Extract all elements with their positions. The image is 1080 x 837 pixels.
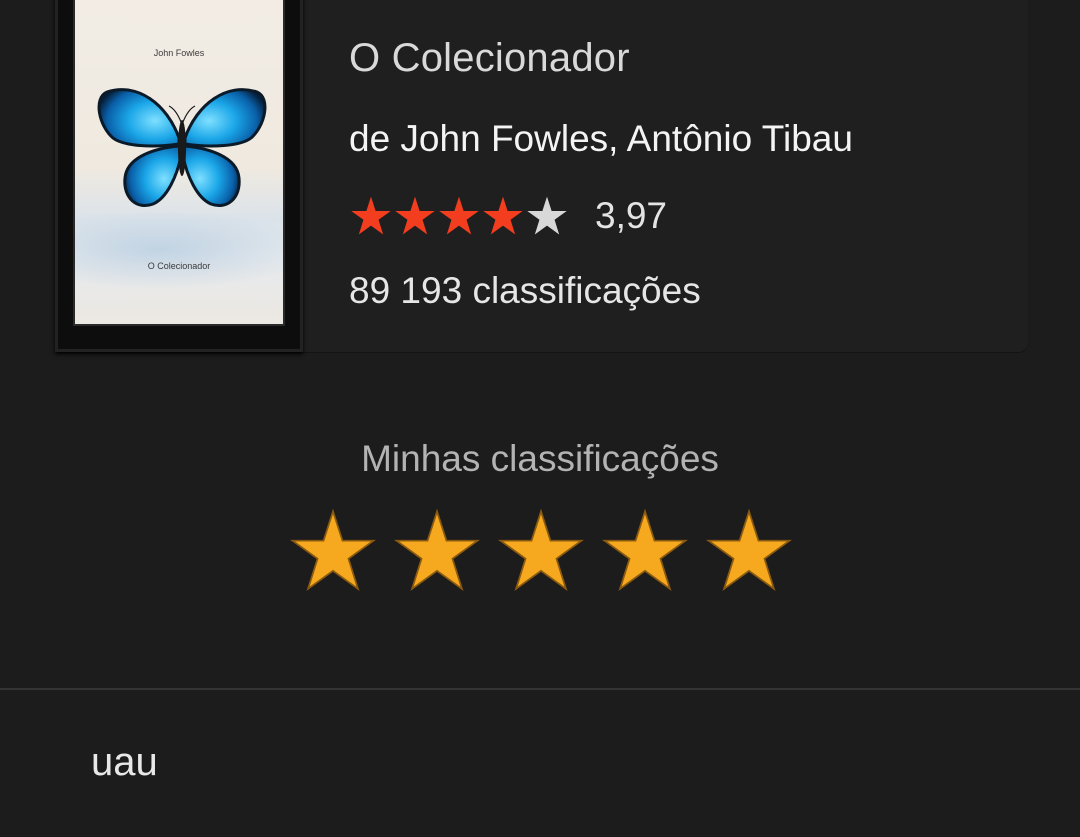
average-rating-row: 3,97 bbox=[349, 194, 667, 238]
book-authors[interactable]: de John Fowles, Antônio Tibau bbox=[349, 118, 853, 160]
my-rating-star-icon[interactable] bbox=[498, 508, 584, 594]
my-review-text[interactable]: uau bbox=[91, 740, 158, 785]
my-ratings-label: Minhas classificações bbox=[361, 438, 719, 479]
my-rating-star-icon[interactable] bbox=[394, 508, 480, 594]
star-filled-icon bbox=[483, 196, 523, 235]
cover-author-text: John Fowles bbox=[153, 48, 205, 58]
star-filled-icon bbox=[439, 196, 479, 235]
cover-title-text: O Colecionador bbox=[147, 261, 211, 271]
star-filled-icon bbox=[395, 196, 435, 235]
my-rating-star-icon[interactable] bbox=[706, 508, 792, 594]
cover-watercolor bbox=[75, 210, 283, 290]
divider bbox=[0, 688, 1080, 690]
star-filled-icon bbox=[351, 196, 391, 235]
my-rating-stars[interactable] bbox=[290, 508, 792, 594]
ratings-count[interactable]: 89 193 classificações bbox=[349, 270, 701, 312]
book-title[interactable]: O Colecionador bbox=[349, 36, 630, 81]
cover-art: John Fowles O Colecionador bbox=[75, 0, 283, 324]
average-rating-stars bbox=[349, 195, 569, 237]
butterfly-icon bbox=[97, 88, 267, 207]
my-rating-star-icon[interactable] bbox=[602, 508, 688, 594]
average-rating-value: 3,97 bbox=[595, 195, 668, 236]
star-empty-icon bbox=[527, 196, 567, 235]
book-detail-screen: John Fowles O Colecionador O Colecionado… bbox=[0, 0, 1080, 837]
my-rating-star-icon[interactable] bbox=[290, 508, 376, 594]
book-cover[interactable]: John Fowles O Colecionador bbox=[55, 0, 303, 352]
